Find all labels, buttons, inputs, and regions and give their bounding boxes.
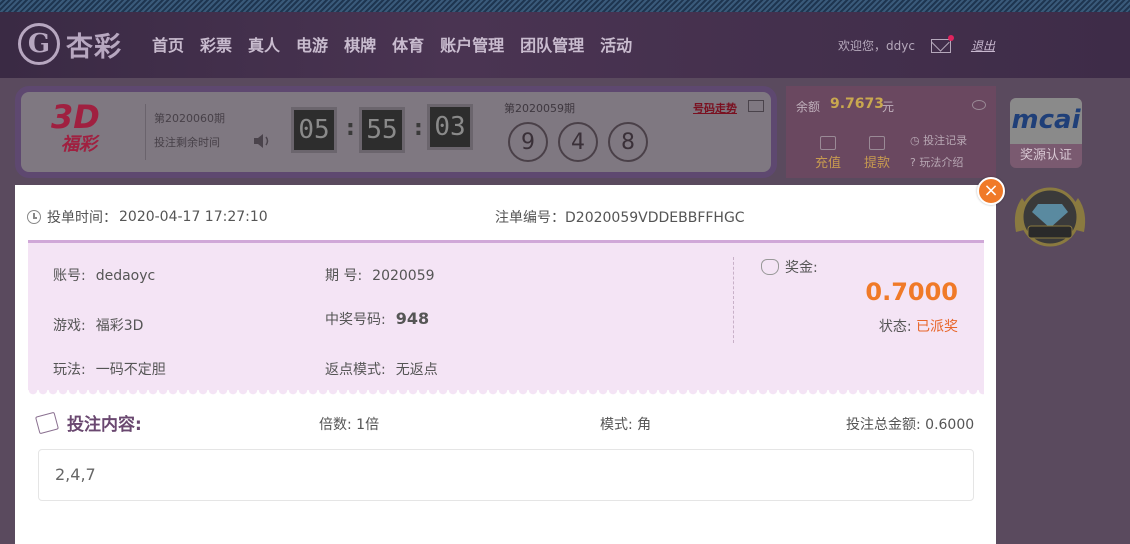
site-header: G 杏彩 首页 彩票 真人 电游 棋牌 体育 账户管理 团队管理 活动 欢迎您，… bbox=[0, 12, 1130, 78]
mail-icon[interactable] bbox=[930, 34, 954, 53]
bet-record-link[interactable]: ◷ 投注记录 bbox=[910, 132, 967, 148]
clock-icon bbox=[27, 210, 41, 224]
nav-cards[interactable]: 棋牌 bbox=[344, 32, 376, 56]
balance-panel: 余额 9.7673 元 充值 提款 ◷ 投注记录 ? 玩法介绍 bbox=[786, 86, 996, 178]
timer-hours: 05 bbox=[291, 107, 337, 153]
trend-link[interactable]: 号码走势 bbox=[693, 100, 737, 116]
game-bar: 3D 福彩 第2020060期 投注剩余时间 05 : 55 : 03 第202… bbox=[15, 86, 777, 178]
speaker-icon[interactable] bbox=[252, 132, 272, 150]
bet-detail-dialog: 投单时间： 2020-04-17 17:27:10 注单编号：D2020059V… bbox=[15, 185, 996, 544]
nav-sports[interactable]: 体育 bbox=[392, 32, 424, 56]
timer-seconds: 03 bbox=[427, 104, 473, 150]
rebate-field: 返点模式: 无返点 bbox=[325, 362, 438, 378]
prize-label: 奖金: bbox=[761, 257, 818, 277]
current-period: 第2020060期 bbox=[154, 112, 225, 125]
bet-content-box: 2,4,7 bbox=[38, 449, 974, 501]
mcai-logo: mcai bbox=[1010, 98, 1082, 144]
prize-amount: 0.7000 bbox=[865, 278, 958, 306]
balance-value: 9.7673 bbox=[830, 96, 885, 112]
bet-info-panel: 账号: dedaoyc 期 号: 2020059 游戏: 福彩3D 中奖号码: 948 … bbox=[28, 240, 984, 396]
remain-time-label: 投注剩余时间 bbox=[154, 136, 220, 149]
wallet-icon bbox=[869, 136, 885, 150]
close-button[interactable]: × bbox=[977, 177, 1005, 205]
game-field: 游戏: 福彩3D bbox=[53, 318, 144, 334]
last-period: 第2020059期 bbox=[504, 102, 575, 115]
nav-slots[interactable]: 电游 bbox=[296, 32, 328, 56]
bet-time: 投单时间： 2020-04-17 17:27:10 bbox=[27, 207, 268, 227]
nav-lottery[interactable]: 彩票 bbox=[200, 32, 232, 56]
welcome-text: 欢迎您，ddyc bbox=[838, 39, 915, 53]
trend-chart-icon[interactable] bbox=[748, 100, 764, 112]
mcai-certification[interactable]: mcai 奖源认证 bbox=[1010, 98, 1082, 168]
nav-live[interactable]: 真人 bbox=[248, 32, 280, 56]
main-nav: 首页 彩票 真人 电游 棋牌 体育 账户管理 团队管理 活动 bbox=[152, 32, 648, 56]
nav-team[interactable]: 团队管理 bbox=[520, 32, 584, 56]
play-intro-link[interactable]: ? 玩法介绍 bbox=[910, 154, 963, 170]
nav-home[interactable]: 首页 bbox=[152, 32, 184, 56]
top-stripe bbox=[0, 0, 1130, 12]
balance-label: 余额 bbox=[796, 100, 821, 114]
divider bbox=[733, 257, 734, 343]
total-amount-field: 投注总金额: 0.6000 bbox=[846, 417, 975, 433]
logout-link[interactable]: 退出 bbox=[971, 37, 995, 54]
header-user-area: 欢迎您，ddyc 退出 bbox=[838, 34, 995, 54]
last-number-ball: 4 bbox=[558, 122, 598, 162]
hide-balance-icon[interactable] bbox=[972, 100, 986, 110]
logo-mark: G bbox=[18, 23, 60, 65]
unread-dot bbox=[947, 34, 954, 41]
timer-minutes: 55 bbox=[359, 107, 405, 153]
prize-status: 状态: 已派奖 bbox=[878, 319, 958, 335]
play-field: 玩法: 一码不定胆 bbox=[53, 362, 166, 378]
diamond-member-badge bbox=[1014, 187, 1086, 247]
yen-icon bbox=[820, 136, 836, 150]
mcai-cert-label: 奖源认证 bbox=[1019, 148, 1072, 163]
win-number-field: 中奖号码: 948 bbox=[325, 309, 430, 328]
logo-text: 杏彩 bbox=[66, 31, 122, 63]
balance-unit: 元 bbox=[882, 100, 895, 114]
order-number: 注单编号：D2020059VDDEBBFFHGC bbox=[495, 210, 745, 226]
timer-colon: : bbox=[346, 116, 355, 141]
account-field: 账号: dedaoyc bbox=[53, 268, 156, 284]
withdraw-button[interactable]: 提款 bbox=[861, 136, 893, 171]
fucai3d-logo: 3D 福彩 bbox=[51, 98, 100, 155]
recharge-button[interactable]: 充值 bbox=[812, 136, 844, 171]
multiple-field: 倍数: 1倍 bbox=[319, 417, 380, 433]
timer-colon: : bbox=[414, 116, 423, 141]
nav-account[interactable]: 账户管理 bbox=[440, 32, 504, 56]
bet-content-heading: 投注内容: bbox=[35, 410, 142, 435]
note-icon bbox=[35, 411, 59, 434]
last-number-ball: 9 bbox=[508, 122, 548, 162]
money-bag-icon bbox=[761, 259, 779, 275]
mode-field: 模式: 角 bbox=[600, 417, 652, 433]
last-number-ball: 8 bbox=[608, 122, 648, 162]
nav-activity[interactable]: 活动 bbox=[600, 32, 632, 56]
period-field: 期 号: 2020059 bbox=[325, 268, 435, 284]
site-logo[interactable]: G 杏彩 bbox=[18, 22, 122, 66]
divider bbox=[145, 104, 146, 160]
